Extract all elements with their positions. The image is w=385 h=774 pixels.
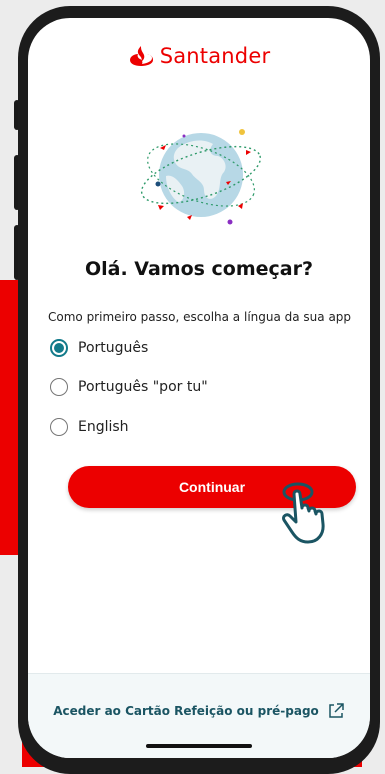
footer-bar: Aceder ao Cartão Refeição ou pré-pago [28, 673, 370, 758]
language-option-portugues-por-tu[interactable]: Português "por tu" [50, 378, 208, 396]
page-title: Olá. Vamos começar? [84, 258, 314, 280]
language-label: Português [78, 340, 149, 356]
radio-button[interactable] [50, 339, 68, 357]
home-indicator[interactable] [146, 744, 252, 748]
language-label: English [78, 419, 129, 435]
brand-name: Santander [159, 44, 271, 68]
meal-card-link[interactable]: Aceder ao Cartão Refeição ou pré-pago [28, 702, 370, 720]
santander-logo: Santander [28, 44, 370, 68]
globe-illustration-icon [140, 129, 262, 225]
tap-hand-icon [282, 482, 325, 544]
language-label: Português "por tu" [78, 379, 208, 395]
language-option-portugues[interactable]: Português [50, 339, 148, 357]
language-option-english[interactable]: English [50, 418, 129, 436]
radio-button[interactable] [50, 378, 68, 396]
external-link-icon [329, 703, 344, 718]
meal-card-link-label: Aceder ao Cartão Refeição ou pré-pago [53, 704, 319, 718]
phone-frame: Santander Olá. Vamos começar? Como prime… [18, 6, 380, 774]
app-screen: Santander Olá. Vamos começar? Como prime… [28, 18, 370, 758]
flame-icon [129, 46, 153, 66]
page-subtitle: Como primeiro passo, escolha a língua da… [48, 310, 352, 324]
radio-button[interactable] [50, 418, 68, 436]
